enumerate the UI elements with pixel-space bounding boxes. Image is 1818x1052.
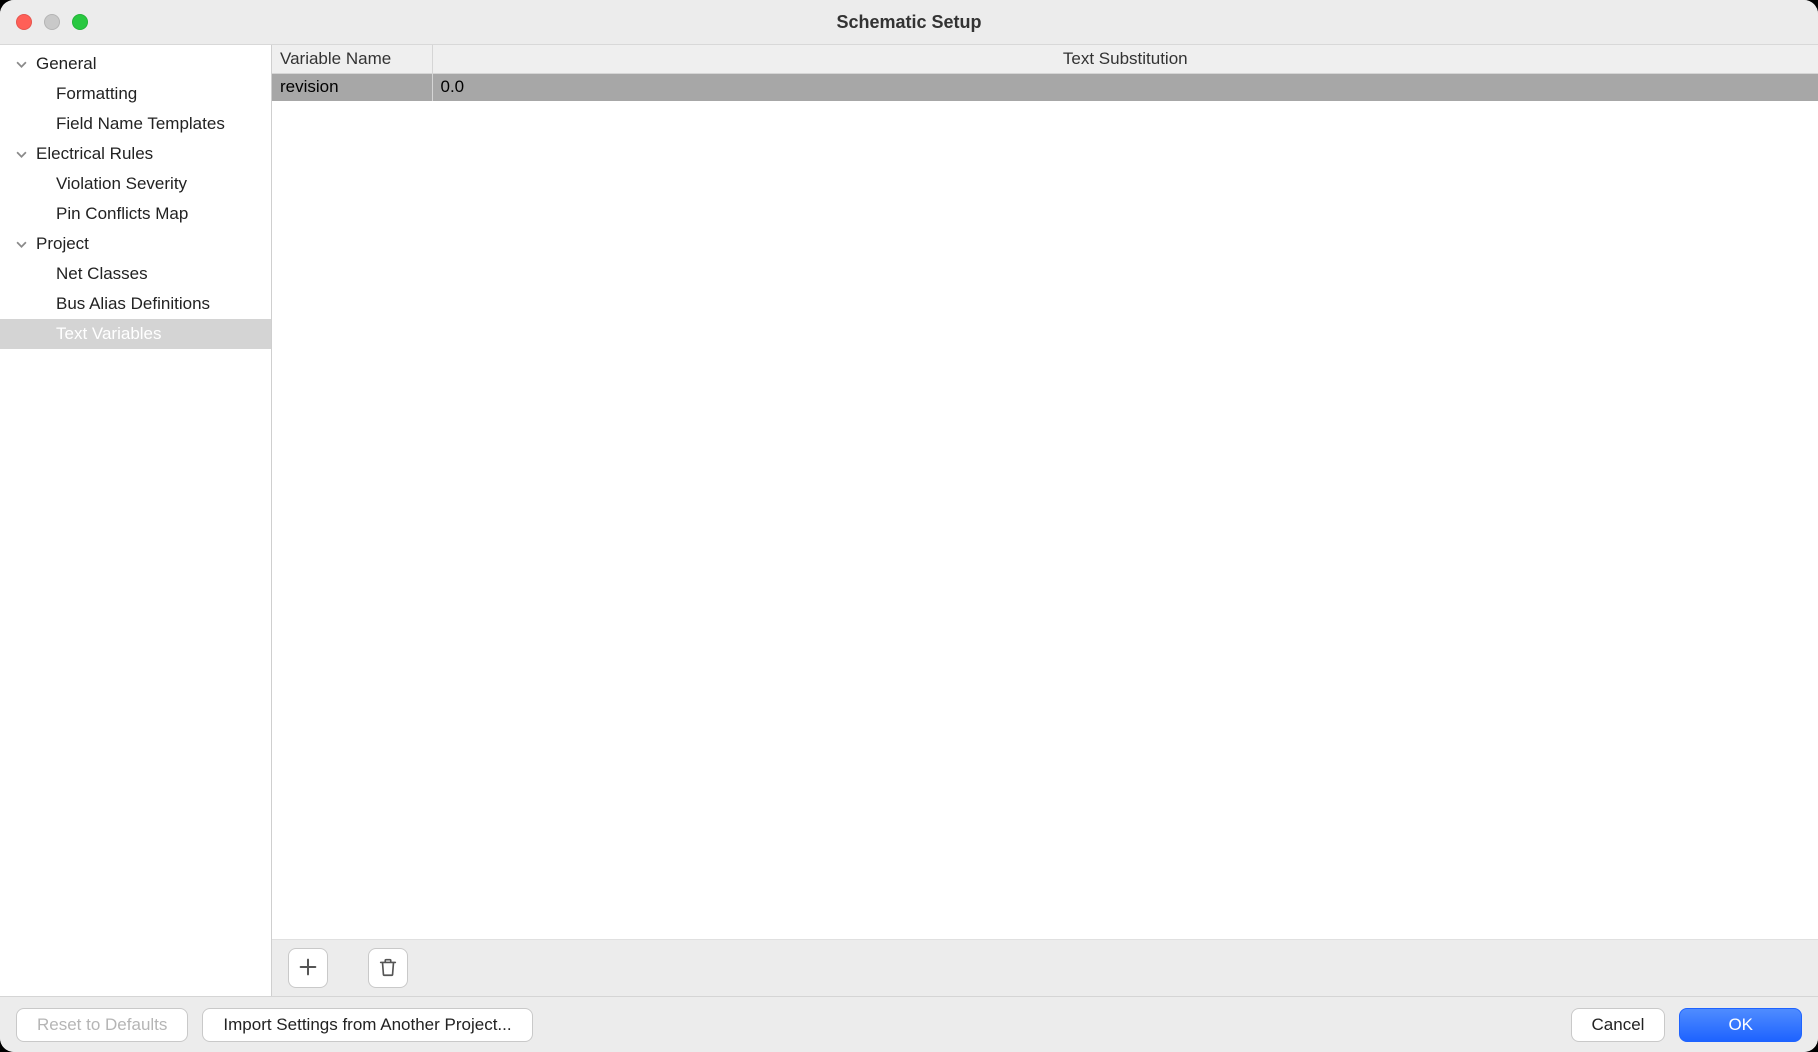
traffic-lights [0,14,88,30]
close-icon[interactable] [16,14,32,30]
sidebar-item-field-name-templates[interactable]: Field Name Templates [0,109,271,139]
column-header-variable-name[interactable]: Variable Name [272,45,432,73]
titlebar: Schematic Setup [0,0,1818,45]
minimize-icon [44,14,60,30]
sidebar-section-project[interactable]: Project [0,229,271,259]
variables-table[interactable]: Variable Name Text Substitution revision… [272,45,1818,101]
sidebar-item-label: Formatting [56,84,137,104]
sidebar-item-formatting[interactable]: Formatting [0,79,271,109]
footer: Reset to Defaults Import Settings from A… [0,996,1818,1052]
plus-icon [297,956,319,981]
sidebar-item-net-classes[interactable]: Net Classes [0,259,271,289]
cancel-button[interactable]: Cancel [1571,1008,1666,1042]
sidebar-item-text-variables[interactable]: Text Variables [0,319,271,349]
table-toolbar [272,940,1818,996]
main-panel: Variable Name Text Substitution revision… [272,45,1818,996]
sidebar-item-label: Bus Alias Definitions [56,294,210,314]
sidebar-section-electrical-rules[interactable]: Electrical Rules [0,139,271,169]
sidebar-item-label: Field Name Templates [56,114,225,134]
table-row[interactable]: revision 0.0 [272,73,1818,101]
sidebar-section-label: Project [36,234,89,254]
sidebar-item-bus-alias-definitions[interactable]: Bus Alias Definitions [0,289,271,319]
schematic-setup-window: Schematic Setup General Formatting Field… [0,0,1818,1052]
sidebar-section-label: General [36,54,96,74]
column-header-text-substitution[interactable]: Text Substitution [432,45,1818,73]
cell-variable-name[interactable]: revision [272,73,432,101]
sidebar-item-violation-severity[interactable]: Violation Severity [0,169,271,199]
content-body: General Formatting Field Name Templates … [0,45,1818,996]
chevron-down-icon [12,59,30,70]
trash-icon [377,956,399,981]
sidebar-item-label: Pin Conflicts Map [56,204,188,224]
window-title: Schematic Setup [0,12,1818,33]
import-settings-button[interactable]: Import Settings from Another Project... [202,1008,532,1042]
reset-to-defaults-button[interactable]: Reset to Defaults [16,1008,188,1042]
sidebar-section-label: Electrical Rules [36,144,153,164]
cell-text-substitution[interactable]: 0.0 [432,73,1818,101]
add-row-button[interactable] [288,948,328,988]
sidebar: General Formatting Field Name Templates … [0,45,272,996]
sidebar-item-label: Violation Severity [56,174,187,194]
sidebar-item-pin-conflicts-map[interactable]: Pin Conflicts Map [0,199,271,229]
variables-table-wrap: Variable Name Text Substitution revision… [272,45,1818,940]
zoom-icon[interactable] [72,14,88,30]
ok-button[interactable]: OK [1679,1008,1802,1042]
chevron-down-icon [12,239,30,250]
sidebar-section-general[interactable]: General [0,49,271,79]
delete-row-button[interactable] [368,948,408,988]
chevron-down-icon [12,149,30,160]
sidebar-item-label: Text Variables [56,324,162,344]
sidebar-item-label: Net Classes [56,264,148,284]
